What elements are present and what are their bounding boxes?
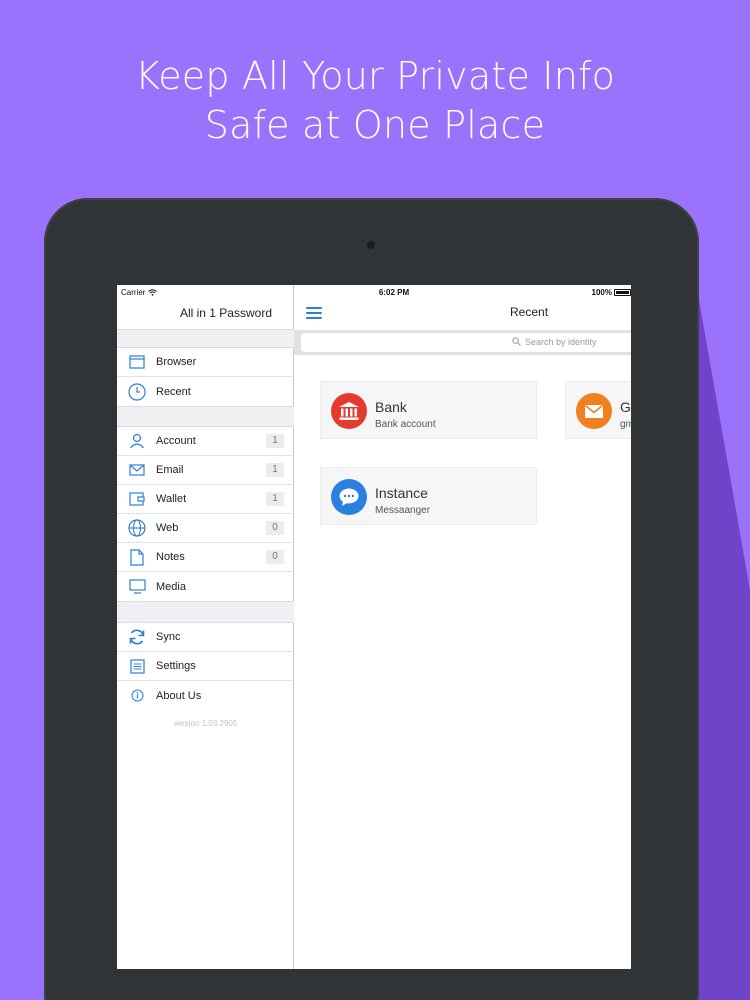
chat-bubble-icon [331, 479, 367, 515]
info-icon [127, 686, 147, 706]
monitor-icon [127, 577, 147, 597]
status-time: 6:02 PM [378, 288, 410, 297]
sidebar-item-sync[interactable]: Sync [117, 623, 294, 652]
bank-icon [331, 393, 367, 429]
record-card-instance[interactable]: Instance Messaanger [320, 467, 537, 525]
item-count-badge: 0 [266, 521, 284, 535]
card-subtitle: Bank account [375, 419, 436, 430]
sidebar-item-about-us[interactable]: About Us [117, 681, 294, 710]
sidebar-item-label: Web [156, 522, 179, 534]
record-card-mail[interactable]: G gm [565, 381, 631, 439]
app-screen: Carrier All in 1 Password Browser Recent [117, 285, 631, 969]
mail-icon [127, 460, 147, 480]
sidebar-item-web[interactable]: Web 0 [117, 514, 294, 543]
sidebar-item-label: Sync [156, 631, 181, 643]
sidebar-item-email[interactable]: Email 1 [117, 456, 294, 485]
browser-icon [127, 352, 147, 372]
sidebar-item-label: Recent [156, 385, 191, 398]
sidebar-section-gap [117, 601, 294, 623]
card-subtitle: gm [620, 419, 631, 430]
document-icon [127, 547, 147, 567]
envelope-icon [576, 393, 612, 429]
sidebar-item-label: Media [156, 580, 186, 593]
sidebar: Carrier All in 1 Password Browser Recent [117, 285, 294, 969]
front-camera [367, 241, 375, 249]
sidebar-item-label: Email [156, 464, 184, 476]
person-icon [127, 431, 147, 451]
sidebar-section-gap [117, 406, 294, 427]
sidebar-item-browser[interactable]: Browser [117, 348, 294, 377]
sidebar-item-label: Browser [156, 356, 197, 368]
status-battery: 100% [592, 288, 631, 297]
item-count-badge: 1 [266, 463, 284, 477]
sliders-icon [127, 656, 147, 676]
battery-icon [614, 289, 631, 296]
item-count-badge: 0 [266, 550, 284, 564]
wifi-icon [148, 289, 158, 296]
sidebar-item-recent[interactable]: Recent [117, 377, 294, 406]
main-panel: 6:02 PM 100% Recent Search by identity B… [294, 285, 631, 969]
sidebar-title: All in 1 Password [179, 306, 272, 320]
sidebar-item-label: About Us [156, 689, 202, 702]
carrier-label: Carrier [121, 288, 146, 297]
sidebar-section-gap [117, 329, 294, 348]
sidebar-item-label: Settings [156, 660, 196, 672]
sidebar-item-label: Wallet [156, 493, 187, 505]
sidebar-item-label: Account [156, 435, 196, 447]
sync-icon [127, 627, 147, 647]
wallet-icon [127, 489, 147, 509]
status-carrier: Carrier [121, 288, 158, 297]
headline-line-2: Safe at One Place [204, 103, 546, 147]
battery-percent: 100% [591, 288, 612, 297]
card-title: Bank [375, 399, 407, 415]
item-count-badge: 1 [266, 434, 284, 448]
headline-line-1: Keep All Your Private Info [134, 54, 616, 98]
search-bar: Search by identity [294, 330, 631, 355]
sidebar-item-label: Notes [156, 551, 185, 563]
sidebar-item-account[interactable]: Account 1 [117, 427, 294, 456]
card-title: G [620, 399, 631, 415]
sidebar-item-media[interactable]: Media [117, 572, 294, 601]
sidebar-item-wallet[interactable]: Wallet 1 [117, 485, 294, 514]
headline: Keep All Your Private Info Safe at One P… [0, 52, 750, 150]
item-count-badge: 1 [266, 492, 284, 506]
record-card-bank[interactable]: Bank Bank account [320, 381, 537, 439]
sidebar-item-notes[interactable]: Notes 0 [117, 543, 294, 572]
globe-icon [127, 518, 147, 538]
sidebar-item-settings[interactable]: Settings [117, 652, 294, 681]
card-title: Instance [375, 485, 428, 501]
search-input[interactable] [301, 333, 631, 352]
nav-bar: Recent [294, 299, 631, 329]
card-subtitle: Messaanger [375, 505, 431, 516]
page-title: Recent [510, 305, 549, 319]
search-field[interactable]: Search by identity [301, 333, 631, 352]
hamburger-menu-icon[interactable] [306, 307, 322, 319]
clock-icon [127, 382, 147, 402]
version-label: version 1.03.2905 [173, 719, 238, 728]
